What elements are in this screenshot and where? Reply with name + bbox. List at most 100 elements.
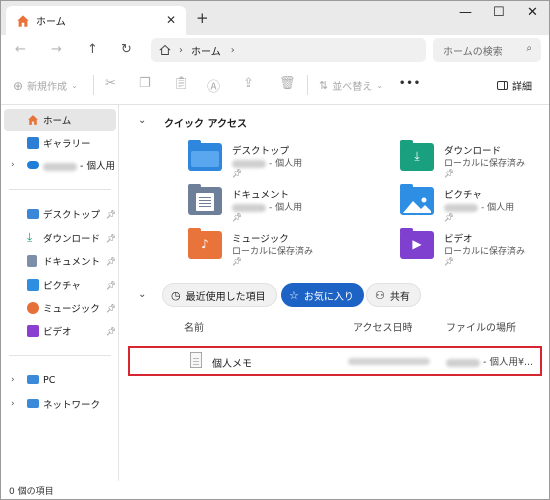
pin-icon: 📌︎ bbox=[106, 326, 117, 336]
address-bar[interactable]: › ホーム › bbox=[151, 38, 426, 62]
sidebar-item-documents[interactable]: ドキュメント 📌︎ bbox=[1, 250, 119, 272]
sidebar-item-label: デスクトップ bbox=[43, 210, 101, 221]
sidebar-item-label: ギャラリー bbox=[43, 139, 91, 150]
folder-location: - 個人用 bbox=[269, 159, 303, 169]
sidebar-item-label: ネットワーク bbox=[43, 400, 101, 411]
close-tab-icon[interactable]: ✕ bbox=[166, 13, 176, 27]
column-header-location[interactable]: ファイルの場所 bbox=[446, 319, 516, 334]
pictures-folder-icon bbox=[400, 184, 434, 215]
documents-icon bbox=[27, 255, 37, 267]
breadcrumb-separator: › bbox=[179, 44, 183, 56]
tab-shared[interactable]: ⚇ 共有 bbox=[366, 283, 421, 307]
music-folder-icon: ♪ bbox=[188, 228, 222, 259]
plus-icon: ⊕ bbox=[13, 78, 24, 93]
folder-name: ビデオ bbox=[444, 234, 473, 245]
column-header-name[interactable]: 名前 bbox=[184, 319, 204, 334]
back-arrow-icon[interactable]: ← bbox=[15, 42, 26, 57]
command-bar: ⊕ 新規作成 ⌄ ✂ ❐ 📋︎ Ⓐ ⇪ 🗑︎ ⇅ 並べ替え ⌄ ••• 詳細 bbox=[1, 65, 549, 105]
tab-recent[interactable]: ◷ 最近使用した項目 bbox=[162, 283, 277, 307]
sidebar-item-onedrive[interactable]: › - 個人用 bbox=[1, 154, 119, 176]
file-location: - 個人用¥... bbox=[483, 357, 534, 368]
new-tab-button[interactable]: + bbox=[196, 9, 209, 27]
chevron-down-icon: ⌄ bbox=[376, 81, 383, 90]
toolbar-divider bbox=[307, 75, 308, 95]
download-icon: ⤓ bbox=[27, 230, 33, 244]
quick-access-documents[interactable]: ドキュメント - 個人用 📌︎ bbox=[188, 184, 388, 231]
people-icon: ⚇ bbox=[375, 288, 385, 302]
breadcrumb-home[interactable]: ホーム bbox=[191, 43, 221, 58]
title-bar: ホーム ✕ + — ☐ ✕ bbox=[1, 1, 549, 35]
details-button-label: 詳細 bbox=[512, 82, 532, 93]
redacted-name bbox=[444, 203, 478, 212]
new-button[interactable]: ⊕ 新規作成 ⌄ bbox=[13, 78, 78, 94]
tab-favorites[interactable]: ☆ お気に入り bbox=[281, 283, 364, 307]
maximize-button[interactable]: ☐ bbox=[493, 5, 505, 20]
search-placeholder: ホームの検索 bbox=[443, 46, 503, 58]
videos-icon bbox=[27, 325, 39, 337]
tab-recent-label: 最近使用した項目 bbox=[185, 291, 266, 303]
quick-access-desktop[interactable]: デスクトップ - 個人用 📌︎ bbox=[188, 140, 388, 187]
address-bar-row: ← → ↑ ↻ › ホーム › ホームの検索 ⌕ bbox=[1, 35, 549, 65]
sidebar-item-gallery[interactable]: ギャラリー bbox=[1, 132, 119, 154]
sort-button[interactable]: ⇅ 並べ替え ⌄ bbox=[319, 78, 383, 93]
quick-access-pictures[interactable]: ピクチャ - 個人用 📌︎ bbox=[400, 184, 549, 231]
clock-icon: ◷ bbox=[171, 288, 181, 302]
redacted-name bbox=[43, 162, 77, 171]
up-arrow-icon[interactable]: ↑ bbox=[87, 42, 98, 57]
cut-icon[interactable]: ✂ bbox=[105, 76, 116, 91]
table-row[interactable]: 個人メモ - 個人用¥... bbox=[128, 346, 542, 376]
redacted-name bbox=[232, 159, 266, 168]
chevron-right-icon[interactable]: › bbox=[11, 375, 15, 385]
sidebar-item-label: ビデオ bbox=[43, 327, 72, 338]
details-pane-icon bbox=[497, 81, 508, 90]
paste-icon[interactable]: 📋︎ bbox=[173, 76, 190, 91]
redacted-name bbox=[446, 358, 480, 367]
tab-home[interactable]: ホーム ✕ bbox=[6, 6, 186, 35]
more-options-button[interactable]: ••• bbox=[399, 78, 421, 89]
folder-location: ローカルに保存済み bbox=[444, 247, 526, 257]
onedrive-icon bbox=[27, 161, 39, 169]
sidebar-item-label: ミュージック bbox=[43, 304, 100, 315]
forward-arrow-icon[interactable]: → bbox=[51, 42, 62, 57]
quick-access-downloads[interactable]: ⤓ ダウンロード ローカルに保存済み 📌︎ bbox=[400, 140, 549, 187]
chevron-right-icon[interactable]: › bbox=[11, 399, 15, 409]
sidebar-item-network[interactable]: › ネットワーク bbox=[1, 393, 119, 415]
folder-location: - 個人用 bbox=[481, 203, 515, 213]
collapse-chevron-icon[interactable]: ⌄ bbox=[138, 289, 146, 300]
close-window-button[interactable]: ✕ bbox=[527, 5, 538, 20]
pin-icon: 📌︎ bbox=[444, 213, 455, 222]
sidebar-item-music[interactable]: ミュージック 📌︎ bbox=[1, 297, 119, 319]
chevron-right-icon[interactable]: › bbox=[11, 160, 15, 170]
file-name: 個人メモ bbox=[212, 359, 252, 370]
pin-icon: 📌︎ bbox=[444, 257, 455, 266]
desktop-icon bbox=[27, 209, 39, 219]
sidebar-divider bbox=[9, 189, 111, 190]
breadcrumb-chevron[interactable]: › bbox=[231, 45, 235, 56]
videos-folder-icon: ▶ bbox=[400, 228, 434, 259]
quick-access-music[interactable]: ♪ ミュージック ローカルに保存済み 📌︎ bbox=[188, 228, 388, 275]
sidebar-item-videos[interactable]: ビデオ 📌︎ bbox=[1, 320, 119, 342]
search-icon: ⌕ bbox=[526, 43, 532, 54]
sidebar-item-pictures[interactable]: ピクチャ 📌︎ bbox=[1, 274, 119, 296]
collapse-chevron-icon[interactable]: ⌄ bbox=[138, 115, 146, 126]
chevron-down-icon: ⌄ bbox=[71, 81, 78, 90]
search-box[interactable]: ホームの検索 ⌕ bbox=[433, 38, 541, 62]
star-icon: ☆ bbox=[289, 288, 299, 302]
minimize-button[interactable]: — bbox=[459, 5, 472, 20]
pin-icon: 📌︎ bbox=[232, 169, 243, 178]
music-icon bbox=[27, 302, 39, 314]
details-button[interactable]: 詳細 bbox=[497, 78, 532, 93]
share-icon[interactable]: ⇪ bbox=[243, 76, 254, 91]
copy-icon[interactable]: ❐ bbox=[139, 76, 151, 91]
delete-icon[interactable]: 🗑︎ bbox=[279, 76, 296, 91]
refresh-icon[interactable]: ↻ bbox=[121, 42, 132, 57]
gallery-icon bbox=[27, 137, 39, 149]
sidebar-item-desktop[interactable]: デスクトップ 📌︎ bbox=[1, 203, 119, 225]
sidebar-item-home[interactable]: ホーム bbox=[4, 109, 116, 131]
sidebar-item-downloads[interactable]: ⤓ ダウンロード 📌︎ bbox=[1, 227, 119, 249]
rename-icon[interactable]: Ⓐ bbox=[207, 76, 220, 95]
column-header-access-time[interactable]: アクセス日時 bbox=[353, 319, 413, 334]
quick-access-videos[interactable]: ▶ ビデオ ローカルに保存済み 📌︎ bbox=[400, 228, 549, 275]
sidebar-item-pc[interactable]: › PC bbox=[1, 369, 119, 391]
main-content: ⌄ クイック アクセス デスクトップ - 個人用 📌︎ ⤓ ダウンロード ローカ… bbox=[120, 105, 549, 481]
